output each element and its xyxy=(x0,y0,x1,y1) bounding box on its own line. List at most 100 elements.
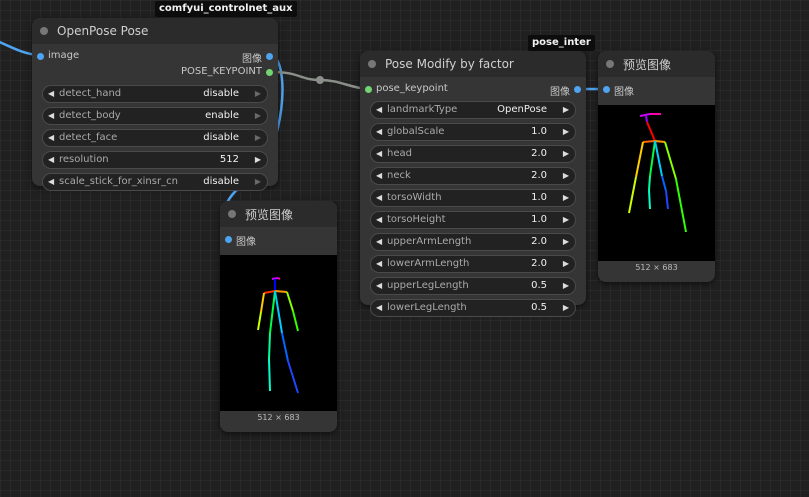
triangle-right-icon[interactable]: ▶ xyxy=(255,86,261,102)
triangle-right-icon[interactable]: ▶ xyxy=(563,124,569,140)
circle-dot-icon[interactable] xyxy=(228,210,236,218)
widget-scale-stick[interactable]: ◀ scale_stick_for_xinsr_cn disable ▶ xyxy=(42,173,268,191)
wire-keypoint-to-modify[interactable] xyxy=(271,70,369,91)
widget-torso-width[interactable]: ◀ torsoWidth 1.0 ▶ xyxy=(370,189,576,207)
widget-name: detect_hand xyxy=(59,88,122,99)
widget-detect-hand[interactable]: ◀ detect_hand disable ▶ xyxy=(42,85,268,103)
widget-value: enable xyxy=(205,110,239,121)
triangle-left-icon[interactable]: ◀ xyxy=(48,152,54,168)
node-header[interactable]: 预览图像 xyxy=(220,201,337,227)
slot-row-keypoint: pose_keypoint 图像 xyxy=(360,81,586,98)
widget-value: 1.0 xyxy=(531,214,547,225)
triangle-left-icon[interactable]: ◀ xyxy=(48,130,54,146)
wire-reroute-dot[interactable] xyxy=(316,76,324,84)
triangle-left-icon[interactable]: ◀ xyxy=(48,108,54,124)
widget-neck[interactable]: ◀ neck 2.0 ▶ xyxy=(370,167,576,185)
slot-row-image: 图像 xyxy=(598,81,715,98)
input-port-image[interactable] xyxy=(603,86,610,93)
widget-lower-arm-length[interactable]: ◀ lowerArmLength 2.0 ▶ xyxy=(370,255,576,273)
widget-name: neck xyxy=(387,170,411,181)
triangle-left-icon[interactable]: ◀ xyxy=(376,146,382,162)
widget-value: 0.5 xyxy=(531,302,547,313)
widget-name: head xyxy=(387,148,412,159)
widget-value: 2.0 xyxy=(531,258,547,269)
output-port-keypoint[interactable] xyxy=(266,69,273,76)
circle-dot-icon[interactable] xyxy=(40,27,48,35)
node-title: Pose Modify by factor xyxy=(385,57,514,71)
input-label-image: image xyxy=(48,50,80,61)
triangle-left-icon[interactable]: ◀ xyxy=(376,168,382,184)
triangle-right-icon[interactable]: ▶ xyxy=(563,234,569,250)
openpose-pose-node[interactable]: OpenPose Pose image 图像 POSE_KEYPOINT ◀ d… xyxy=(32,18,278,191)
triangle-left-icon[interactable]: ◀ xyxy=(376,278,382,294)
triangle-right-icon[interactable]: ▶ xyxy=(563,190,569,206)
widget-value: 2.0 xyxy=(531,236,547,247)
widget-name: upperLegLength xyxy=(387,280,469,291)
widget-global-scale[interactable]: ◀ globalScale 1.0 ▶ xyxy=(370,123,576,141)
preview-image-node-1[interactable]: 预览图像 图像 512 × 683 xyxy=(220,201,337,432)
node-header[interactable]: 预览图像 xyxy=(598,51,715,77)
node-header[interactable]: Pose Modify by factor xyxy=(360,51,586,77)
slot-row-image: 图像 xyxy=(220,231,337,248)
triangle-left-icon[interactable]: ◀ xyxy=(376,212,382,228)
widget-torso-height[interactable]: ◀ torsoHeight 1.0 ▶ xyxy=(370,211,576,229)
widget-name: lowerArmLength xyxy=(387,258,470,269)
triangle-right-icon[interactable]: ▶ xyxy=(563,168,569,184)
triangle-right-icon[interactable]: ▶ xyxy=(255,174,261,190)
triangle-right-icon[interactable]: ▶ xyxy=(255,130,261,146)
input-port-image[interactable] xyxy=(37,53,44,60)
widget-name: landmarkType xyxy=(387,104,458,115)
triangle-left-icon[interactable]: ◀ xyxy=(376,190,382,206)
triangle-right-icon[interactable]: ▶ xyxy=(563,102,569,118)
slot-row-keypoint: POSE_KEYPOINT xyxy=(32,64,278,80)
image-dimensions: 512 × 683 xyxy=(635,263,678,272)
widget-value: 1.0 xyxy=(531,192,547,203)
widget-name: detect_body xyxy=(59,110,121,121)
widget-value: 0.5 xyxy=(531,280,547,291)
triangle-right-icon[interactable]: ▶ xyxy=(563,256,569,272)
widget-detect-body[interactable]: ◀ detect_body enable ▶ xyxy=(42,107,268,125)
node-title: OpenPose Pose xyxy=(57,24,149,38)
widget-upper-leg-length[interactable]: ◀ upperLegLength 0.5 ▶ xyxy=(370,277,576,295)
node-title: 预览图像 xyxy=(623,57,672,72)
triangle-right-icon[interactable]: ▶ xyxy=(563,212,569,228)
widget-lower-leg-length[interactable]: ◀ lowerLegLength 0.5 ▶ xyxy=(370,299,576,317)
preview-image[interactable] xyxy=(598,105,715,261)
pose-skeleton-image xyxy=(628,113,687,233)
triangle-right-icon[interactable]: ▶ xyxy=(255,152,261,168)
output-port-image[interactable] xyxy=(266,53,273,60)
triangle-left-icon[interactable]: ◀ xyxy=(48,174,54,190)
input-port-image[interactable] xyxy=(225,236,232,243)
pose-modify-node[interactable]: Pose Modify by factor pose_keypoint 图像 ◀… xyxy=(360,51,586,317)
triangle-left-icon[interactable]: ◀ xyxy=(48,86,54,102)
circle-dot-icon[interactable] xyxy=(368,60,376,68)
widget-landmark-type[interactable]: ◀ landmarkType OpenPose ▶ xyxy=(370,101,576,119)
node-badge-aux: comfyui_controlnet_aux xyxy=(155,1,297,17)
input-port-keypoint[interactable] xyxy=(365,86,372,93)
widget-upper-arm-length[interactable]: ◀ upperArmLength 2.0 ▶ xyxy=(370,233,576,251)
output-port-image[interactable] xyxy=(574,86,581,93)
widget-name: torsoWidth xyxy=(387,192,442,203)
widget-resolution[interactable]: ◀ resolution 512 ▶ xyxy=(42,151,268,169)
triangle-left-icon[interactable]: ◀ xyxy=(376,124,382,140)
widget-value: OpenPose xyxy=(497,104,547,115)
triangle-right-icon[interactable]: ▶ xyxy=(563,278,569,294)
preview-image-node-2[interactable]: 预览图像 图像 512 × 683 xyxy=(598,51,715,282)
circle-dot-icon[interactable] xyxy=(606,60,614,68)
widget-detect-face[interactable]: ◀ detect_face disable ▶ xyxy=(42,129,268,147)
widget-value: 1.0 xyxy=(531,126,547,137)
preview-image[interactable] xyxy=(220,255,337,411)
triangle-right-icon[interactable]: ▶ xyxy=(563,146,569,162)
triangle-right-icon[interactable]: ▶ xyxy=(255,108,261,124)
triangle-right-icon[interactable]: ▶ xyxy=(563,300,569,316)
widget-name: detect_face xyxy=(59,132,118,143)
triangle-left-icon[interactable]: ◀ xyxy=(376,234,382,250)
triangle-left-icon[interactable]: ◀ xyxy=(376,102,382,118)
widget-head[interactable]: ◀ head 2.0 ▶ xyxy=(370,145,576,163)
node-header[interactable]: OpenPose Pose xyxy=(32,18,278,44)
triangle-left-icon[interactable]: ◀ xyxy=(376,256,382,272)
input-label-image: 图像 xyxy=(614,87,634,98)
triangle-left-icon[interactable]: ◀ xyxy=(376,300,382,316)
output-label-image: 图像 xyxy=(242,54,262,65)
node-graph-canvas[interactable]: comfyui_controlnet_aux pose_inter OpenPo… xyxy=(0,0,809,497)
